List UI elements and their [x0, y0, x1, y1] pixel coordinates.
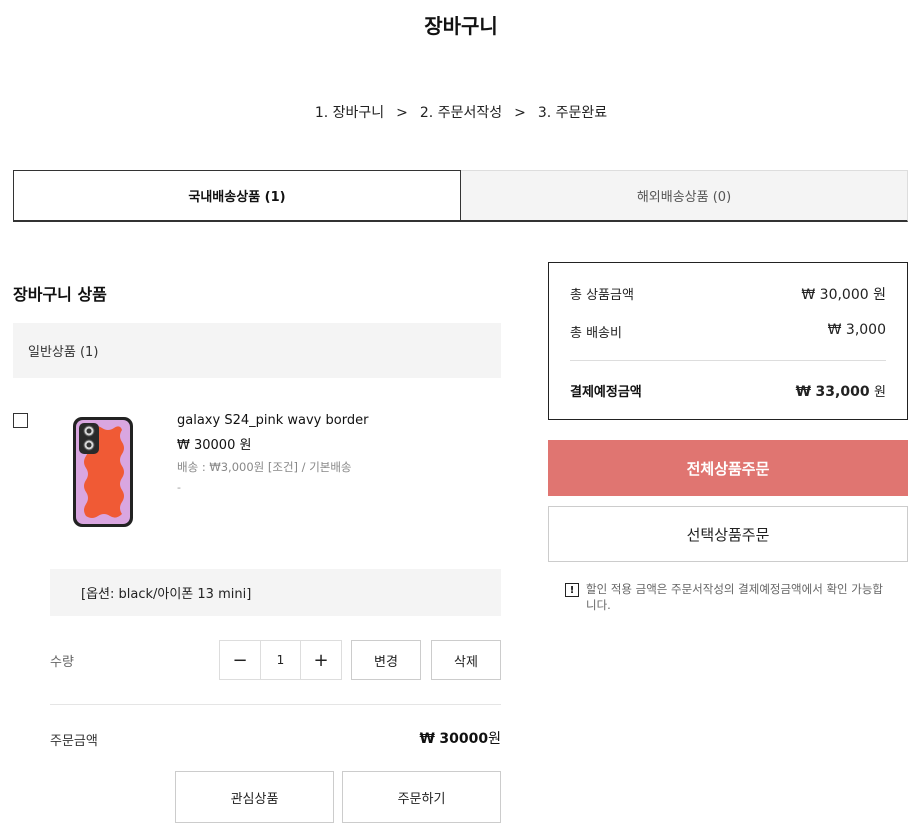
summary-shipping-value: ₩ 3,000 [827, 322, 886, 338]
change-quantity-button[interactable]: 변경 [351, 640, 421, 680]
quantity-label: 수량 [50, 655, 74, 670]
summary-product-total-label: 총 상품금액 [570, 288, 634, 303]
step-order-complete: 3. 주문완료 [537, 105, 608, 121]
product-group-header: 일반상품 (1) [13, 323, 501, 378]
order-item-button[interactable]: 주문하기 [342, 771, 501, 823]
summary-expected-value: ₩ 33,000 원 [796, 381, 886, 400]
product-option: [옵션: black/아이폰 13 mini] [50, 569, 501, 616]
phone-case-image [73, 417, 133, 527]
tab-overseas[interactable]: 해외배송상품 (0) [461, 170, 908, 222]
item-select-checkbox[interactable] [13, 413, 28, 428]
tab-domestic[interactable]: 국내배송상품 (1) [13, 170, 461, 222]
order-selected-button[interactable]: 선택상품주문 [548, 506, 908, 562]
summary-expected-currency: ₩ [795, 384, 812, 400]
step-cart: 1. 장바구니 [314, 105, 385, 121]
breadcrumb: 1. 장바구니 >2. 주문서작성 >3. 주문완료 [0, 102, 922, 122]
summary-expected-amount: 33,000 [815, 384, 870, 400]
discount-notice-text: 할인 적용 금액은 주문서작성의 결제예정금액에서 확인 가능합니다. [586, 582, 884, 612]
summary-shipping: 총 배송비 ₩ 3,000 [570, 322, 886, 341]
step-separator: > [514, 105, 526, 121]
order-amount-number: 30000 [439, 731, 489, 747]
order-all-button[interactable]: 전체상품주문 [548, 440, 908, 496]
product-thumbnail[interactable] [70, 414, 136, 530]
order-amount-unit: 원 [488, 731, 501, 747]
quantity-input[interactable]: 1 [260, 641, 301, 679]
quantity-stepper: − 1 + [219, 640, 342, 680]
delete-item-button[interactable]: 삭제 [431, 640, 501, 680]
summary-expected-unit: 원 [874, 385, 886, 400]
order-amount-value: ₩ 30000원 [419, 728, 501, 748]
step-separator: > [396, 105, 408, 121]
quantity-decrease-button[interactable]: − [220, 641, 260, 679]
order-summary-box: 총 상품금액 ₩ 30,000 원 총 배송비 ₩ 3,000 결제예정금액 ₩… [548, 262, 908, 420]
product-shipping-info: 배송 : ₩3,000원 [조건] / 기본배송 [177, 460, 352, 474]
product-name[interactable]: galaxy S24_pink wavy border [177, 413, 368, 428]
order-amount-currency: ₩ [419, 731, 435, 747]
page-title: 장바구니 [424, 14, 498, 38]
step-order-form: 2. 주문서작성 [419, 105, 503, 121]
shipping-tabs: 국내배송상품 (1) 해외배송상품 (0) [13, 170, 908, 222]
divider [50, 704, 501, 705]
summary-divider [570, 360, 886, 361]
cart-section-title: 장바구니 상품 [13, 285, 107, 304]
product-extra-info: - [177, 481, 181, 494]
summary-product-total: 총 상품금액 ₩ 30,000 원 [570, 284, 886, 304]
product-price: ₩ 30000 원 [177, 438, 252, 453]
summary-shipping-label: 총 배송비 [570, 326, 622, 341]
quantity-increase-button[interactable]: + [301, 641, 341, 679]
summary-expected-label: 결제예정금액 [570, 385, 642, 400]
product-option-text: [옵션: black/아이폰 13 mini] [81, 587, 252, 602]
order-amount-label: 주문금액 [50, 734, 98, 749]
summary-expected-total: 결제예정금액 ₩ 33,000 원 [570, 381, 886, 400]
notice-icon: ! [565, 583, 579, 597]
product-group-label: 일반상품 (1) [28, 345, 99, 360]
wishlist-button[interactable]: 관심상품 [175, 771, 334, 823]
summary-product-total-value: ₩ 30,000 원 [801, 287, 886, 303]
